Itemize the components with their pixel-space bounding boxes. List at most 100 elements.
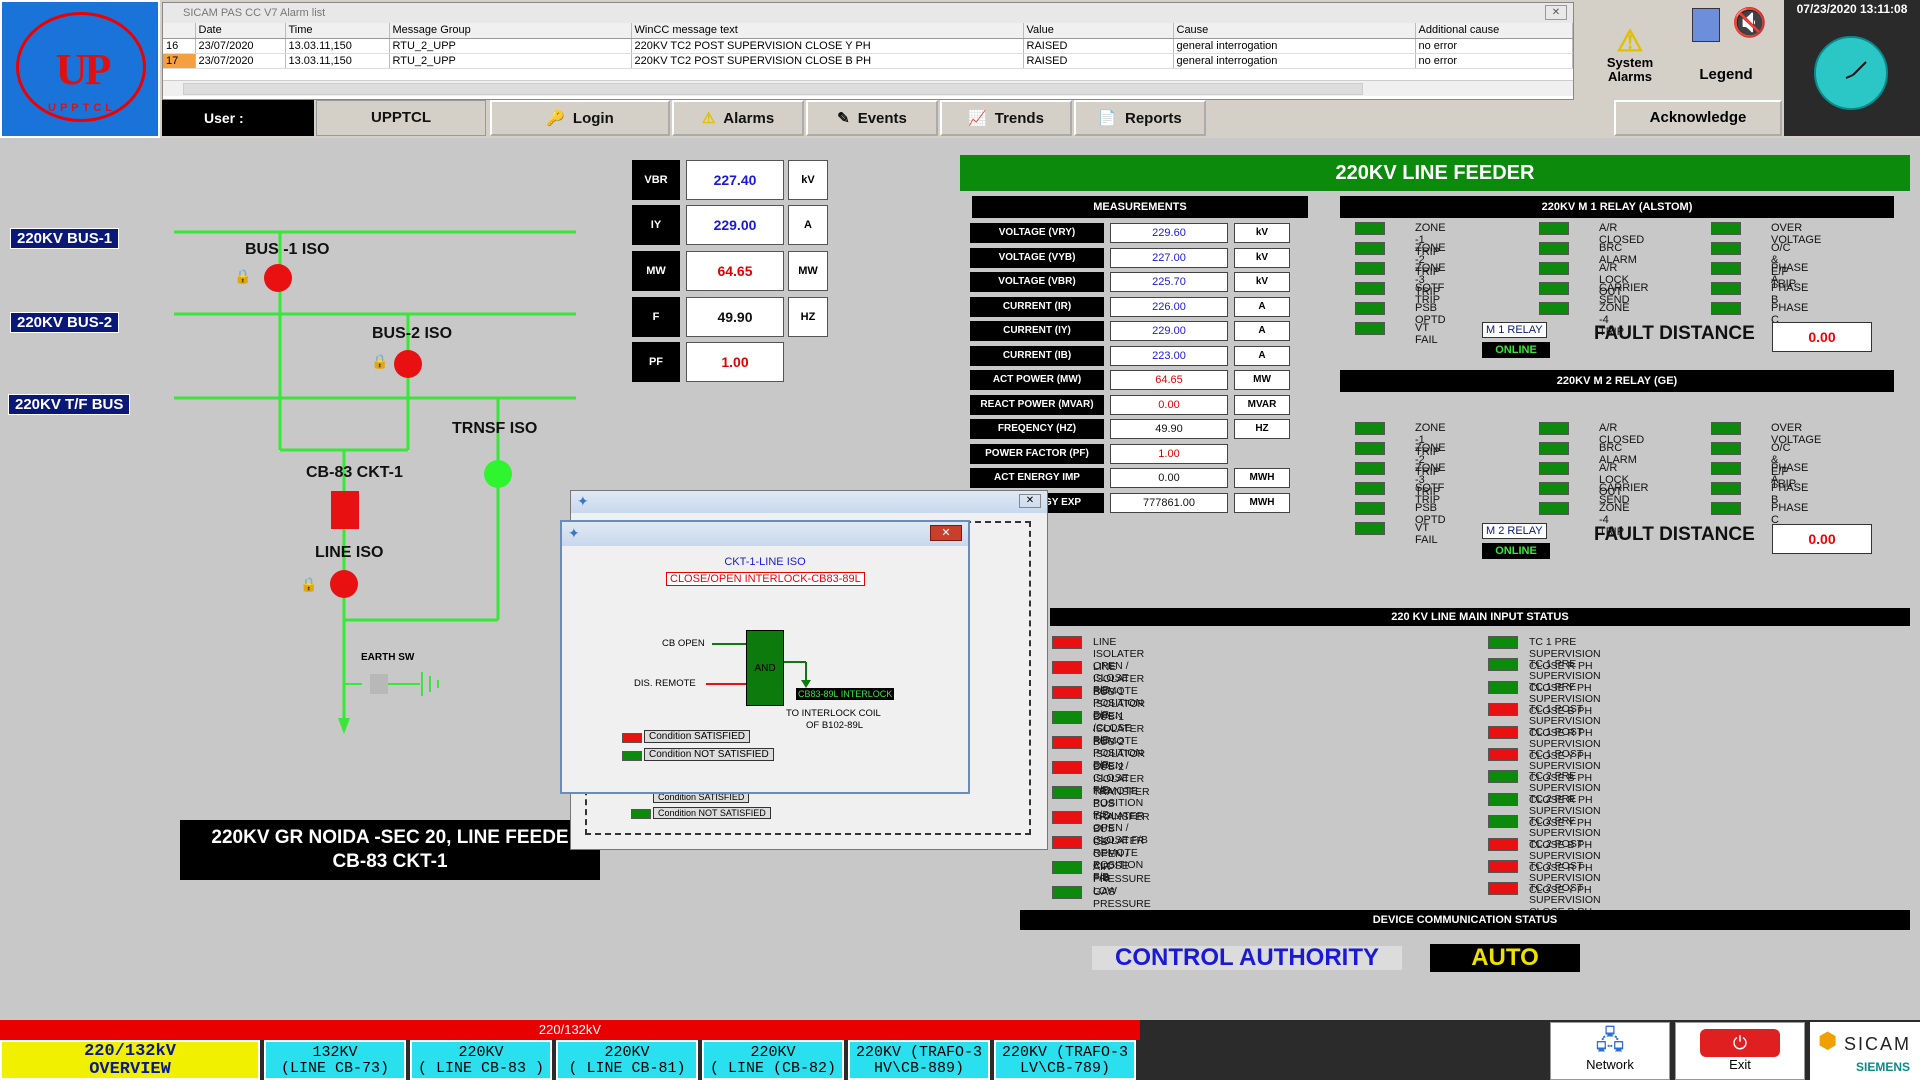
feeder-tab[interactable]: 220KV ( LINE CB-83 )	[410, 1040, 552, 1080]
cb-symbol	[331, 491, 359, 529]
qm-unit: kV	[788, 160, 828, 200]
relay-led	[1539, 222, 1569, 235]
input-status-led	[1488, 636, 1518, 649]
main-input-title: 220 KV LINE MAIN INPUT STATUS	[1050, 608, 1910, 626]
relay-status-label: PHASE C	[1771, 502, 1809, 526]
alarm-row[interactable]: 17 23/07/2020 13.03.11,150 RTU_2_UPP 220…	[163, 53, 1573, 69]
relay-led	[1355, 282, 1385, 295]
condition-satisfied-label: Condition SATISFIED	[644, 730, 750, 743]
alarm-col-index[interactable]	[163, 23, 196, 39]
condition-not-satisfied-label: Condition NOT SATISFIED	[653, 807, 771, 819]
m2-relay-title: 220KV M 2 RELAY (GE)	[1340, 370, 1894, 392]
acknowledge-button[interactable]: Acknowledge	[1614, 100, 1782, 136]
measurement-value: 49.90	[1110, 419, 1228, 439]
feeder-tab-line2: LV\CB-789)	[1019, 1060, 1110, 1077]
close-icon[interactable]: ✕	[1019, 494, 1041, 508]
login-button[interactable]: 🔑 Login	[490, 100, 670, 136]
feeder-tab[interactable]: 220KV (TRAFO-3 LV\CB-789)	[994, 1040, 1136, 1080]
feeder-tab[interactable]: 220KV ( LINE (CB-82)	[702, 1040, 844, 1080]
alarm-col-addcause[interactable]: Additional cause	[1415, 23, 1573, 39]
tf-bus-label: 220KV T/F BUS	[8, 394, 131, 415]
legend-button[interactable]: 🔇 Legend	[1680, 2, 1772, 98]
trnsf-iso-symbol	[484, 460, 512, 488]
measurement-value: 227.00	[1110, 247, 1228, 268]
scrollbar-thumb[interactable]	[183, 83, 1363, 95]
cb-label[interactable]: CB-83 CKT-1	[306, 464, 403, 482]
network-button[interactable]: 🖧 Network	[1550, 1022, 1670, 1080]
input-status-led	[1052, 661, 1082, 674]
input-status-led	[1488, 680, 1518, 694]
interlock-dialog: ✦ ✕ CKT-1-LINE ISO CLOSE/OPEN INTERLOCK-…	[560, 520, 970, 794]
alarm-list-scrollbar[interactable]	[163, 80, 1573, 96]
input-status-led	[1052, 811, 1082, 824]
company-logo: UP UPPTCL	[0, 0, 160, 138]
bus1-iso-label[interactable]: BUS -1 ISO	[245, 241, 329, 259]
alarm-col-date[interactable]: Date	[195, 23, 286, 39]
trnsf-iso-label[interactable]: TRNSF ISO	[452, 420, 537, 438]
qm-label: F	[632, 297, 680, 337]
measurement-value: 777861.00	[1110, 492, 1228, 513]
measurement-unit: MWH	[1234, 468, 1290, 488]
qm-label: PF	[632, 342, 680, 382]
measurement-unit: MVAR	[1234, 394, 1290, 415]
feeder-tab-line1: 220KV (TRAFO-3	[1001, 1044, 1129, 1061]
system-alarms-button[interactable]: ⚠ System Alarms	[1582, 2, 1678, 98]
relay-led	[1539, 242, 1569, 255]
alarm-col-value[interactable]: Value	[1023, 23, 1174, 39]
alarm-row[interactable]: 16 23/07/2020 13.03.11,150 RTU_2_UPP 220…	[163, 38, 1573, 54]
input-status-led	[1052, 861, 1082, 874]
alarm-cell: RTU_2_UPP	[389, 38, 632, 54]
warning-icon: ⚠	[1616, 25, 1644, 58]
measurement-unit: kV	[1234, 272, 1290, 292]
relay-status-label: VT FAIL	[1415, 322, 1438, 346]
m2-online-status: ONLINE	[1482, 543, 1550, 559]
clock-panel: 07/23/2020 13:11:08	[1784, 0, 1920, 136]
network-label: Network	[1586, 1057, 1634, 1072]
feeder-arrow	[338, 718, 350, 734]
relay-led	[1539, 302, 1569, 315]
input-status-led	[1052, 761, 1082, 774]
logo-subtext: UPPTCL	[48, 102, 116, 114]
close-icon[interactable]: ✕	[1545, 5, 1567, 20]
measurement-unit: A	[1234, 345, 1290, 366]
input-status-led	[1488, 882, 1518, 896]
relay-led	[1711, 222, 1741, 235]
device-comm-title: DEVICE COMMUNICATION STATUS	[1020, 910, 1910, 930]
bus2-iso-label[interactable]: BUS-2 ISO	[372, 325, 452, 343]
alarms-button[interactable]: ⚠ Alarms	[672, 100, 804, 136]
m1-fault-distance-label: FAULT DISTANCE	[1594, 323, 1755, 344]
exit-label: Exit	[1729, 1057, 1751, 1072]
reports-label: Reports	[1125, 109, 1182, 127]
alarm-cell: no error	[1415, 38, 1573, 54]
relay-led	[1711, 482, 1741, 495]
alarm-list-title: SICAM PAS CC V7 Alarm list	[183, 7, 326, 19]
and-gate: AND	[746, 630, 784, 706]
overview-tab[interactable]: 220/132kV OVERVIEW	[0, 1040, 260, 1080]
alarm-col-time[interactable]: Time	[285, 23, 390, 39]
events-icon: ✎	[837, 110, 850, 127]
alarm-col-cause[interactable]: Cause	[1173, 23, 1416, 39]
m1-fault-distance-value: 0.00	[1772, 322, 1872, 352]
hexagon-icon: ⬢	[1818, 1028, 1838, 1053]
measurement-label: CURRENT (IY)	[970, 321, 1104, 341]
feeder-name-box: 220KV GR NOIDA -SEC 20, LINE FEEDE CB-83…	[180, 820, 600, 880]
alarm-cell: RAISED	[1023, 53, 1174, 69]
control-authority-label: CONTROL AUTHORITY	[1092, 946, 1402, 970]
alarm-col-text[interactable]: WinCC message text	[631, 23, 1024, 39]
input-status-led	[1488, 725, 1518, 739]
trends-button[interactable]: 📈 Trends	[940, 100, 1072, 136]
events-button[interactable]: ✎ Events	[806, 100, 938, 136]
alarm-cell: general interrogation	[1173, 53, 1416, 69]
feeder-tab[interactable]: 132KV (LINE CB-73)	[264, 1040, 406, 1080]
alarm-col-group[interactable]: Message Group	[389, 23, 632, 39]
relay-led	[1711, 262, 1741, 275]
feeder-tab[interactable]: 220KV (TRAFO-3 HV\CB-889)	[848, 1040, 990, 1080]
earth-sw-label[interactable]: EARTH SW	[361, 652, 414, 663]
reports-button[interactable]: 📄 Reports	[1074, 100, 1206, 136]
lock-icon: 🔒	[371, 353, 389, 369]
feeder-tab[interactable]: 220KV ( LINE CB-81)	[556, 1040, 698, 1080]
auto-mode-indicator[interactable]: AUTO	[1430, 944, 1580, 972]
exit-button[interactable]: ⏻ Exit	[1675, 1022, 1805, 1080]
line-iso-label[interactable]: LINE ISO	[315, 544, 383, 562]
relay-led	[1355, 222, 1385, 235]
